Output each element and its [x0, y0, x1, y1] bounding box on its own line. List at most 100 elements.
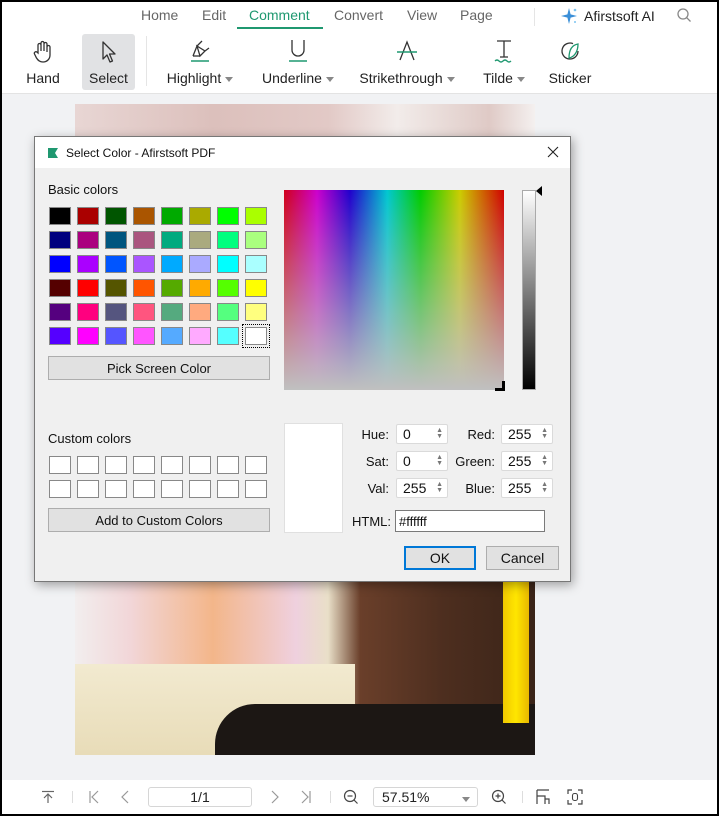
red-spinbox[interactable]: 255 ▲ ▼	[501, 424, 553, 444]
strikethrough-tool[interactable]: Strikethrough	[356, 34, 458, 90]
basic-color-swatch[interactable]	[133, 231, 155, 249]
custom-color-swatch[interactable]	[105, 480, 127, 498]
basic-color-swatch[interactable]	[161, 279, 183, 297]
basic-color-swatch[interactable]	[77, 255, 99, 273]
hue-saturation-picker[interactable]	[284, 190, 504, 390]
basic-color-swatch[interactable]	[49, 327, 71, 345]
basic-color-swatch[interactable]	[161, 207, 183, 225]
custom-color-swatch[interactable]	[217, 480, 239, 498]
custom-color-swatch[interactable]	[77, 480, 99, 498]
custom-color-swatch[interactable]	[133, 456, 155, 474]
dialog-title-bar[interactable]: Select Color - Afirstsoft PDF	[35, 137, 570, 168]
basic-color-swatch[interactable]	[242, 324, 270, 348]
sticker-tool[interactable]: Sticker	[547, 34, 593, 90]
basic-color-swatch[interactable]	[161, 231, 183, 249]
basic-color-swatch[interactable]	[189, 255, 211, 273]
basic-color-swatch[interactable]	[49, 207, 71, 225]
basic-color-swatch[interactable]	[217, 231, 239, 249]
custom-color-swatch[interactable]	[189, 480, 211, 498]
basic-color-swatch[interactable]	[217, 327, 239, 345]
custom-color-swatch[interactable]	[217, 456, 239, 474]
basic-color-swatch[interactable]	[217, 207, 239, 225]
basic-color-swatch[interactable]	[77, 207, 99, 225]
luminance-slider-handle[interactable]	[536, 186, 542, 196]
basic-color-swatch[interactable]	[217, 255, 239, 273]
tab-page[interactable]: Page	[460, 7, 493, 23]
basic-color-swatch[interactable]	[133, 303, 155, 321]
basic-color-swatch[interactable]	[105, 279, 127, 297]
custom-color-swatch[interactable]	[49, 456, 71, 474]
custom-color-swatch[interactable]	[189, 456, 211, 474]
spin-arrows-icon[interactable]: ▲ ▼	[541, 481, 548, 494]
basic-color-swatch[interactable]	[245, 303, 267, 321]
basic-color-swatch[interactable]	[189, 279, 211, 297]
basic-color-swatch[interactable]	[105, 327, 127, 345]
last-page-button[interactable]	[296, 786, 316, 808]
custom-color-swatch[interactable]	[245, 480, 267, 498]
basic-color-swatch[interactable]	[77, 231, 99, 249]
tab-home[interactable]: Home	[141, 7, 178, 23]
spin-arrows-icon[interactable]: ▲ ▼	[436, 481, 443, 494]
basic-color-swatch[interactable]	[49, 303, 71, 321]
basic-color-swatch[interactable]	[161, 327, 183, 345]
select-tool[interactable]: Select	[82, 34, 135, 90]
basic-color-swatch[interactable]	[217, 303, 239, 321]
previous-page-button[interactable]	[116, 786, 136, 808]
spin-arrows-icon[interactable]: ▲ ▼	[541, 454, 548, 467]
custom-color-swatch[interactable]	[161, 456, 183, 474]
close-icon[interactable]	[545, 144, 561, 160]
tab-convert[interactable]: Convert	[334, 7, 383, 23]
underline-tool[interactable]: Underline	[258, 34, 338, 90]
spin-arrows-icon[interactable]: ▲ ▼	[436, 454, 443, 467]
basic-color-swatch[interactable]	[49, 279, 71, 297]
basic-color-swatch[interactable]	[245, 207, 267, 225]
basic-color-swatch[interactable]	[161, 303, 183, 321]
zoom-level-select[interactable]: 57.51%	[373, 787, 478, 807]
custom-color-swatch[interactable]	[49, 480, 71, 498]
basic-color-swatch[interactable]	[133, 279, 155, 297]
scroll-to-top-button[interactable]	[38, 786, 58, 808]
green-spinbox[interactable]: 255 ▲ ▼	[501, 451, 553, 471]
basic-color-swatch[interactable]	[245, 279, 267, 297]
sat-spinbox[interactable]: 0 ▲ ▼	[396, 451, 448, 471]
basic-color-swatch[interactable]	[49, 255, 71, 273]
spin-arrows-icon[interactable]: ▲ ▼	[436, 427, 443, 440]
tab-view[interactable]: View	[407, 7, 437, 23]
tilde-tool[interactable]: Tilde	[480, 34, 528, 90]
basic-color-swatch[interactable]	[189, 303, 211, 321]
fullscreen-button[interactable]	[565, 786, 585, 808]
afirstsoft-ai-button[interactable]: Afirstsoft AI	[560, 7, 655, 25]
luminance-slider[interactable]	[522, 190, 536, 390]
val-spinbox[interactable]: 255 ▲ ▼	[396, 478, 448, 498]
dropdown-caret-icon[interactable]	[325, 76, 334, 82]
basic-color-swatch[interactable]	[77, 279, 99, 297]
dropdown-caret-icon[interactable]	[516, 76, 525, 82]
html-color-input[interactable]: #ffffff	[395, 510, 545, 532]
add-to-custom-colors-button[interactable]: Add to Custom Colors	[48, 508, 270, 532]
custom-color-swatch[interactable]	[105, 456, 127, 474]
cancel-button[interactable]: Cancel	[486, 546, 559, 570]
search-button[interactable]	[676, 7, 692, 28]
next-page-button[interactable]	[264, 786, 284, 808]
blue-spinbox[interactable]: 255 ▲ ▼	[501, 478, 553, 498]
zoom-in-button[interactable]	[488, 786, 510, 808]
basic-color-swatch[interactable]	[49, 231, 71, 249]
hand-tool[interactable]: Hand	[22, 34, 64, 90]
basic-color-swatch[interactable]	[189, 231, 211, 249]
hue-spinbox[interactable]: 0 ▲ ▼	[396, 424, 448, 444]
fit-width-button[interactable]	[533, 786, 553, 808]
basic-color-swatch[interactable]	[105, 231, 127, 249]
basic-color-swatch[interactable]	[133, 255, 155, 273]
basic-color-swatch[interactable]	[105, 255, 127, 273]
custom-color-swatch[interactable]	[245, 456, 267, 474]
basic-color-swatch[interactable]	[189, 207, 211, 225]
basic-color-swatch[interactable]	[245, 231, 267, 249]
basic-color-swatch[interactable]	[77, 327, 99, 345]
custom-color-swatch[interactable]	[161, 480, 183, 498]
zoom-out-button[interactable]	[340, 786, 362, 808]
custom-color-swatch[interactable]	[133, 480, 155, 498]
highlight-tool[interactable]: Highlight	[162, 34, 238, 90]
basic-color-swatch[interactable]	[189, 327, 211, 345]
tab-edit[interactable]: Edit	[202, 7, 226, 23]
picker-crosshair[interactable]	[495, 381, 505, 391]
